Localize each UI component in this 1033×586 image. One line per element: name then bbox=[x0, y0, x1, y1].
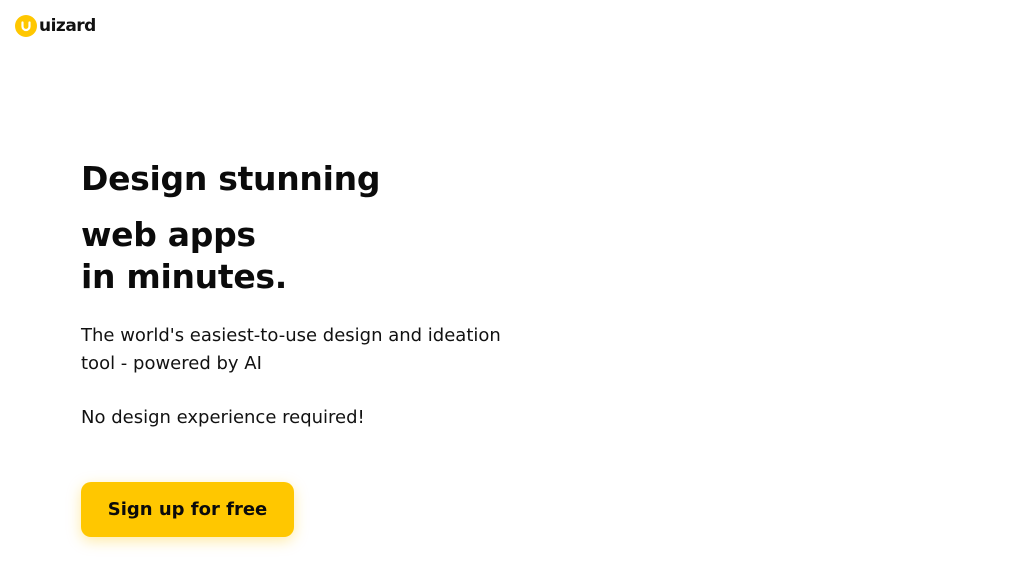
hero-note: No design experience required! bbox=[81, 407, 365, 428]
sign-up-button[interactable]: Sign up for free bbox=[81, 482, 294, 537]
hero-headline: Design stunning web apps in minutes. bbox=[81, 156, 541, 298]
headline-line-3: in minutes. bbox=[81, 257, 288, 296]
logo-badge-icon bbox=[15, 15, 37, 37]
logo-text: uizard bbox=[39, 16, 96, 36]
landing-page: uizard Design stunning web apps in minut… bbox=[0, 0, 1033, 586]
uizard-logo[interactable]: uizard bbox=[15, 15, 96, 37]
logo-u-icon bbox=[21, 21, 31, 32]
hero-subtitle: The world's easiest-to-use design and id… bbox=[81, 325, 501, 374]
headline-line-2: web apps bbox=[81, 215, 256, 254]
hero-section: Design stunning web apps in minutes. The… bbox=[81, 156, 541, 432]
headline-line-1: Design stunning bbox=[81, 159, 381, 198]
